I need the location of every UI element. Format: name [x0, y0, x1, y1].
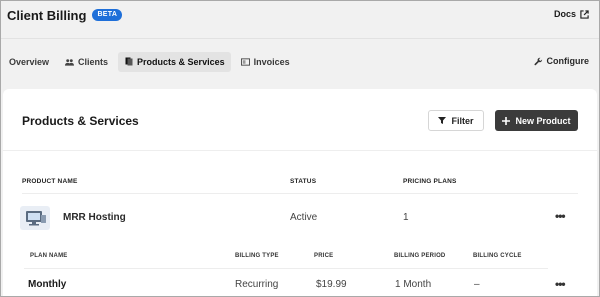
plans-header-divider: [24, 268, 548, 269]
app-title: Client Billing: [7, 7, 87, 23]
app-header: Client Billing BETA: [1, 1, 599, 29]
box-icon: [124, 57, 133, 66]
new-product-label: New Product: [515, 115, 571, 126]
tab-label: Invoices: [253, 56, 290, 67]
column-header-price: PRICE: [314, 253, 334, 259]
tab-label: Products & Services: [137, 56, 225, 67]
invoice-icon: [240, 57, 250, 66]
card-divider: [3, 150, 597, 151]
plan-billing-cycle: –: [474, 279, 480, 290]
app-window: Client Billing BETA Docs Overview Client…: [0, 0, 600, 297]
filter-button[interactable]: Filter: [428, 110, 484, 131]
plan-price: $19.99: [316, 279, 347, 290]
header-row-divider: [22, 193, 578, 194]
beta-badge: BETA: [92, 9, 123, 21]
configure-button[interactable]: Configure: [533, 56, 590, 66]
tab-clients[interactable]: Clients: [59, 52, 114, 72]
tab-invoices[interactable]: Invoices: [235, 52, 296, 72]
users-icon: [65, 57, 75, 66]
column-header-plan-name: PLAN NAME: [30, 253, 68, 259]
external-link-icon: [580, 9, 589, 19]
tab-overview[interactable]: Overview: [1, 52, 55, 72]
configure-label: Configure: [546, 56, 590, 66]
more-options-icon[interactable]: •••: [555, 209, 566, 223]
column-header-billing-period: BILLING PERIOD: [394, 253, 446, 259]
product-name[interactable]: MRR Hosting: [63, 212, 126, 223]
header-divider: [1, 38, 599, 39]
plan-more-options-icon[interactable]: •••: [555, 277, 566, 291]
plan-billing-type: Recurring: [235, 279, 279, 290]
docs-link[interactable]: Docs: [554, 9, 589, 19]
column-header-pricing-plans: PRICING PLANS: [403, 178, 457, 185]
tab-bar: Overview Clients Products & Services Inv…: [1, 51, 300, 72]
filter-label: Filter: [451, 115, 474, 126]
column-header-status: STATUS: [290, 178, 317, 185]
product-pricing-plans: 1: [403, 212, 409, 223]
tab-products-services[interactable]: Products & Services: [118, 51, 231, 72]
column-header-billing-type: BILLING TYPE: [235, 253, 279, 259]
plan-billing-period: 1 Month: [395, 279, 432, 290]
column-header-billing-cycle: BILLING CYCLE: [473, 253, 522, 259]
card-title: Products & Services: [22, 114, 139, 128]
filter-icon: [438, 117, 447, 124]
new-product-button[interactable]: New Product: [495, 110, 578, 131]
wrench-icon: [533, 57, 542, 65]
tab-label: Overview: [9, 56, 50, 67]
plus-icon: [502, 116, 511, 125]
product-thumbnail: [20, 206, 50, 230]
product-status: Active: [290, 212, 318, 223]
products-card: Products & Services Filter New Product P…: [3, 89, 597, 296]
docs-label: Docs: [553, 9, 576, 19]
plan-name[interactable]: Monthly: [28, 279, 66, 290]
tab-label: Clients: [78, 56, 109, 67]
column-header-product-name: PRODUCT NAME: [22, 178, 78, 185]
